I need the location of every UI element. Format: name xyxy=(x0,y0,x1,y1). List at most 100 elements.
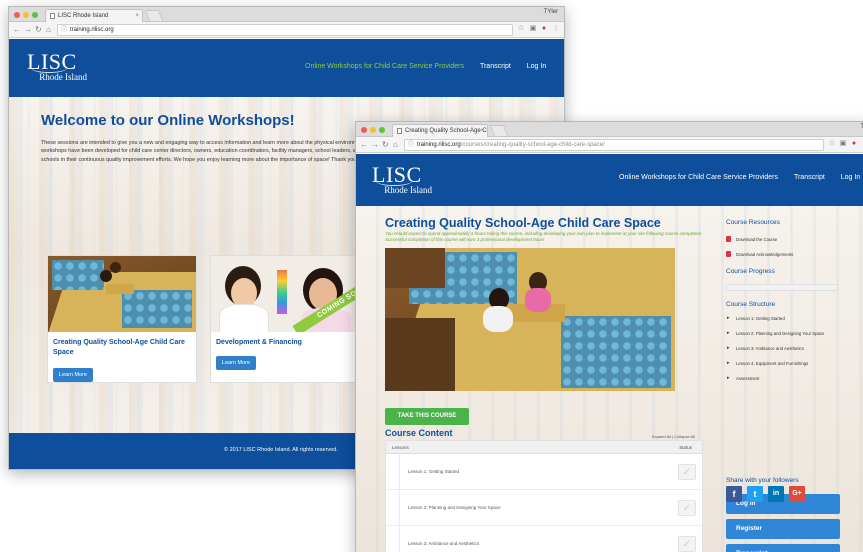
back-icon[interactable]: ← xyxy=(13,23,21,37)
extension-record-icon[interactable]: ● xyxy=(850,140,858,148)
extension-icon[interactable]: ▣ xyxy=(529,25,537,33)
course-title: Creating Quality School-Age Child Care S… xyxy=(385,216,661,230)
status-check-icon: ✓ xyxy=(678,536,696,552)
bookmark-star-icon[interactable]: ☆ xyxy=(517,25,525,33)
lesson-title[interactable]: Lesson 3: Ambiance and Aesthetics xyxy=(408,541,479,546)
site-header: LISC Rhode Island Online Workshops for C… xyxy=(9,39,564,97)
nav-log-in[interactable]: Log In xyxy=(527,63,546,70)
minimize-window-icon[interactable] xyxy=(370,127,376,133)
expand-collapse-links[interactable]: Expand All | Collapse All xyxy=(652,434,695,439)
pdf-icon xyxy=(726,251,731,257)
site-header: LISC Rhode Island Online Workshops for C… xyxy=(356,154,863,206)
forward-icon[interactable]: → xyxy=(371,138,379,152)
home-icon[interactable]: ⌂ xyxy=(46,23,51,37)
main-nav: Online Workshops for Child Care Service … xyxy=(619,174,860,181)
structure-item[interactable]: Lesson 1: Getting Started xyxy=(736,316,785,321)
nav-online-workshops[interactable]: Online Workshops for Child Care Service … xyxy=(305,63,464,70)
arrow-right-icon: ▸ xyxy=(727,360,730,366)
url-path: /courses/creating-quality-school-age-chi… xyxy=(460,142,605,148)
browser-tab[interactable]: Creating Quality School-Age C × xyxy=(392,124,488,137)
minimize-window-icon[interactable] xyxy=(23,12,29,18)
course-content-table: Lessons Status Lesson 1: Getting Started… xyxy=(385,440,703,552)
lesson-title[interactable]: Lesson 2: Planning and Designing Your Sp… xyxy=(408,505,501,510)
logo-swoosh-icon xyxy=(31,63,67,73)
close-window-icon[interactable] xyxy=(361,127,367,133)
new-tab-button[interactable] xyxy=(144,10,164,21)
info-icon: ⓘ xyxy=(408,142,415,148)
reload-icon[interactable]: ↻ xyxy=(382,138,389,152)
status-check-icon: ✓ xyxy=(678,500,696,516)
status-column-header: Status xyxy=(679,445,692,450)
user-profile-label[interactable]: TYler xyxy=(544,9,558,15)
reload-icon[interactable]: ↻ xyxy=(35,23,42,37)
close-tab-icon[interactable]: × xyxy=(480,125,484,137)
google-plus-icon[interactable]: G+ xyxy=(789,486,805,502)
nav-transcript[interactable]: Transcript xyxy=(794,174,825,181)
card-title[interactable]: Development & Financing xyxy=(216,338,356,348)
structure-item[interactable]: Lesson 3: Ambiance and Aesthetics xyxy=(736,346,804,351)
close-window-icon[interactable] xyxy=(14,12,20,18)
tab-title: Creating Quality School-Age C xyxy=(405,128,487,134)
forward-icon[interactable]: → xyxy=(24,23,32,37)
page-title: Welcome to our Online Workshops! xyxy=(41,112,295,129)
copyright-text: © 2017 LISC Rhode Island. All rights res… xyxy=(224,447,338,453)
menu-icon[interactable]: ⋮ xyxy=(552,25,560,33)
close-tab-icon[interactable]: × xyxy=(135,10,139,22)
extension-icon[interactable]: ▣ xyxy=(839,140,847,148)
maximize-window-icon[interactable] xyxy=(32,12,38,18)
course-note: You should expect to spend approximately… xyxy=(385,231,703,242)
back-icon[interactable]: ← xyxy=(360,138,368,152)
status-check-icon: ✓ xyxy=(678,464,696,480)
nav-log-in[interactable]: Log In xyxy=(841,174,860,181)
twitter-icon[interactable]: t xyxy=(747,486,763,502)
page-icon xyxy=(397,128,402,134)
address-toolbar: ← → ↻ ⌂ ⓘ training.rilisc.org ☆ ▣ ● ⋮ xyxy=(9,22,564,38)
classroom-image xyxy=(48,256,196,332)
info-icon: ⓘ xyxy=(61,27,68,33)
download-course-link[interactable]: Download the Course xyxy=(736,237,777,242)
home-icon[interactable]: ⌂ xyxy=(393,138,398,152)
table-row[interactable]: Lesson 3: Ambiance and Aesthetics ✓ xyxy=(386,526,702,552)
maximize-window-icon[interactable] xyxy=(379,127,385,133)
screenshot-stage: LISC Rhode Island × TYler ← → ↻ ⌂ ⓘ trai… xyxy=(0,0,863,552)
arrow-right-icon: ▸ xyxy=(727,315,730,321)
lesson-title[interactable]: Lesson 1: Getting Started xyxy=(408,469,459,474)
structure-item[interactable]: Lesson 2: Planning and Designing Your Sp… xyxy=(736,331,824,336)
register-button[interactable]: Register xyxy=(726,519,840,539)
kids-photo-image: COMING SOON xyxy=(211,256,359,332)
bookmark-star-icon[interactable]: ☆ xyxy=(828,140,836,148)
tab-title: LISC Rhode Island xyxy=(58,13,109,19)
structure-item[interactable]: Assessment xyxy=(736,376,759,381)
nav-transcript[interactable]: Transcript xyxy=(480,63,511,70)
structure-item[interactable]: Lesson 4: Equipment and Furnishings xyxy=(736,361,808,366)
course-progress-heading: Course Progress xyxy=(726,268,775,275)
lisc-logo[interactable]: LISC Rhode Island xyxy=(27,51,89,82)
course-card-school-age[interactable]: Creating Quality School-Age Child Care S… xyxy=(47,255,197,383)
learn-more-button[interactable]: Learn More xyxy=(216,356,256,370)
new-tab-button[interactable] xyxy=(489,125,509,136)
lisc-logo[interactable]: LISC Rhode Island xyxy=(372,164,434,195)
url-text: training.rilisc.org xyxy=(70,27,114,33)
transcript-button[interactable]: Transcript xyxy=(726,544,840,552)
take-this-course-button[interactable]: TAKE THIS COURSE xyxy=(385,408,469,425)
logo-subtext: Rhode Island xyxy=(384,185,432,195)
main-nav: Online Workshops for Child Care Service … xyxy=(305,63,546,70)
address-bar[interactable]: ⓘ training.rilisc.org xyxy=(57,24,513,36)
facebook-icon[interactable]: f xyxy=(726,486,742,502)
address-bar[interactable]: ⓘ training.rilisc.org/courses/creating-q… xyxy=(404,139,824,151)
pdf-icon xyxy=(726,236,731,242)
table-row[interactable]: Lesson 2: Planning and Designing Your Sp… xyxy=(386,490,702,526)
extension-record-icon[interactable]: ● xyxy=(540,25,548,33)
download-acknowledgements-link[interactable]: Download Acknowledgements xyxy=(736,252,793,257)
learn-more-button[interactable]: Learn More xyxy=(53,368,93,382)
course-progress-bar xyxy=(726,284,838,291)
lessons-column-header: Lessons xyxy=(392,445,409,450)
course-hero-image xyxy=(385,248,675,391)
card-title[interactable]: Creating Quality School-Age Child Care S… xyxy=(53,338,193,358)
browser-tab[interactable]: LISC Rhode Island × xyxy=(45,9,143,22)
nav-online-workshops[interactable]: Online Workshops for Child Care Service … xyxy=(619,174,778,181)
logo-swoosh-icon xyxy=(376,176,412,186)
table-row[interactable]: Lesson 1: Getting Started ✓ xyxy=(386,454,702,490)
linkedin-icon[interactable]: in xyxy=(768,486,784,502)
course-card-development[interactable]: COMING SOON Development & Financing Lear… xyxy=(210,255,360,383)
